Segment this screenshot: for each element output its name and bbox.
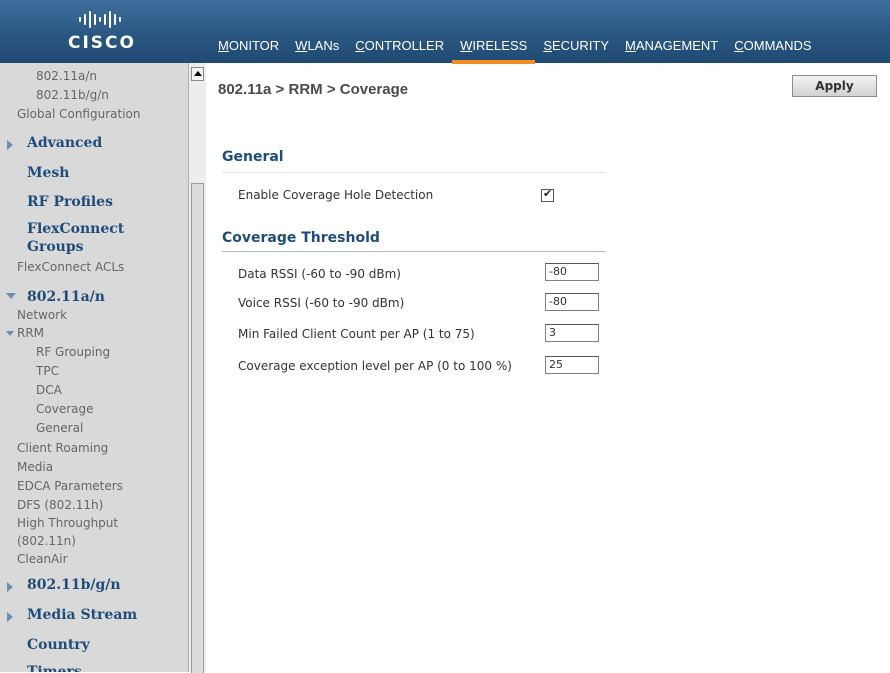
sidebar-item-rf-grouping[interactable]: RF Grouping <box>36 345 110 359</box>
sidebar-item-802-11a-n-global[interactable]: 802.11a/n <box>36 69 97 83</box>
section-general-heading: General <box>222 149 284 165</box>
sidebar-item-network[interactable]: Network <box>17 308 67 322</box>
nav-wireless[interactable]: WIRELESS <box>452 34 536 64</box>
coverage-exception-level-label: Coverage exception level per AP (0 to 10… <box>238 359 512 373</box>
cisco-logo: CISCO <box>68 10 148 54</box>
nav-commands[interactable]: COMMANDS <box>726 34 819 62</box>
sidebar-item-rf-profiles[interactable]: RF Profiles <box>27 194 113 210</box>
nav-management[interactable]: MANAGEMENT <box>617 34 726 62</box>
apply-button[interactable]: Apply <box>792 75 877 97</box>
enable-coverage-hole-detection-label: Enable Coverage Hole Detection <box>238 188 434 202</box>
sidebar: 802.11a/n 802.11b/g/n Global Configurati… <box>0 63 205 672</box>
sidebar-item-802-11a-n[interactable]: 802.11a/n <box>27 289 105 305</box>
sidebar-item-global-configuration[interactable]: Global Configuration <box>17 107 140 121</box>
sidebar-item-rrm[interactable]: RRM <box>17 326 44 340</box>
sidebar-item-802-11bgn[interactable]: 802.11b/g/n <box>27 577 121 593</box>
scroll-up-arrow-icon[interactable] <box>191 67 204 81</box>
main-nav: MONITOR WLANs CONTROLLER WIRELESS SECURI… <box>210 34 820 64</box>
expand-arrow-icon[interactable] <box>7 582 13 592</box>
min-failed-client-count-input[interactable]: 3 <box>545 324 599 342</box>
top-header: CISCO MONITOR WLANs CONTROLLER WIRELESS … <box>0 0 890 64</box>
sidebar-item-802-11bgn-global[interactable]: 802.11b/g/n <box>36 88 109 102</box>
collapse-arrow-icon[interactable] <box>6 293 16 299</box>
data-rssi-input[interactable]: -80 <box>545 263 599 281</box>
sidebar-item-media[interactable]: Media <box>17 460 53 474</box>
sidebar-item-mesh[interactable]: Mesh <box>27 165 69 181</box>
nav-security[interactable]: SECURITY <box>535 34 617 62</box>
min-failed-client-count-label: Min Failed Client Count per AP (1 to 75) <box>238 327 475 341</box>
sidebar-item-rrm-general[interactable]: General <box>36 421 83 435</box>
sidebar-item-country[interactable]: Country <box>27 637 90 653</box>
sidebar-item-high-throughput-line2[interactable]: (802.11n) <box>17 534 76 548</box>
sidebar-item-advanced[interactable]: Advanced <box>27 135 102 151</box>
sidebar-item-flexconnect-groups-line2[interactable]: Groups <box>27 239 84 255</box>
sidebar-item-high-throughput[interactable]: High Throughput <box>17 516 118 530</box>
sidebar-item-media-stream[interactable]: Media Stream <box>27 607 137 623</box>
sidebar-item-dca[interactable]: DCA <box>36 383 62 397</box>
expand-arrow-icon[interactable] <box>7 140 13 150</box>
section-coverage-threshold-heading: Coverage Threshold <box>222 230 380 246</box>
section-divider <box>222 172 606 173</box>
sidebar-scrollbar[interactable] <box>188 63 206 673</box>
cisco-wordmark: CISCO <box>68 33 136 53</box>
collapse-arrow-icon[interactable] <box>6 331 14 336</box>
sidebar-item-coverage[interactable]: Coverage <box>36 402 94 416</box>
sidebar-item-cleanair[interactable]: CleanAir <box>17 552 68 566</box>
voice-rssi-label: Voice RSSI (-60 to -90 dBm) <box>238 296 405 310</box>
voice-rssi-input[interactable]: -80 <box>545 293 599 311</box>
scrollbar-thumb[interactable] <box>191 183 204 673</box>
cisco-logo-bars-icon <box>79 10 148 28</box>
expand-arrow-icon[interactable] <box>7 612 13 622</box>
nav-wlans[interactable]: WLANs <box>287 34 347 62</box>
sidebar-item-client-roaming[interactable]: Client Roaming <box>17 441 108 455</box>
enable-coverage-hole-detection-checkbox[interactable] <box>541 187 554 202</box>
nav-monitor[interactable]: MONITOR <box>210 34 287 62</box>
nav-controller[interactable]: CONTROLLER <box>347 34 452 62</box>
sidebar-item-edca-parameters[interactable]: EDCA Parameters <box>17 479 123 493</box>
coverage-exception-level-input[interactable]: 25 <box>545 356 599 374</box>
sidebar-item-flexconnect-groups[interactable]: FlexConnect <box>27 221 124 237</box>
section-divider <box>222 251 606 252</box>
sidebar-item-timers[interactable]: Timers <box>27 664 82 672</box>
page-title: 802.11a > RRM > Coverage <box>218 81 409 98</box>
sidebar-item-dfs[interactable]: DFS (802.11h) <box>17 498 103 512</box>
data-rssi-label: Data RSSI (-60 to -90 dBm) <box>238 267 401 281</box>
sidebar-item-flexconnect-acls[interactable]: FlexConnect ACLs <box>17 260 124 274</box>
sidebar-item-tpc[interactable]: TPC <box>36 364 59 378</box>
main-content: 802.11a > RRM > Coverage Apply General E… <box>205 63 890 672</box>
